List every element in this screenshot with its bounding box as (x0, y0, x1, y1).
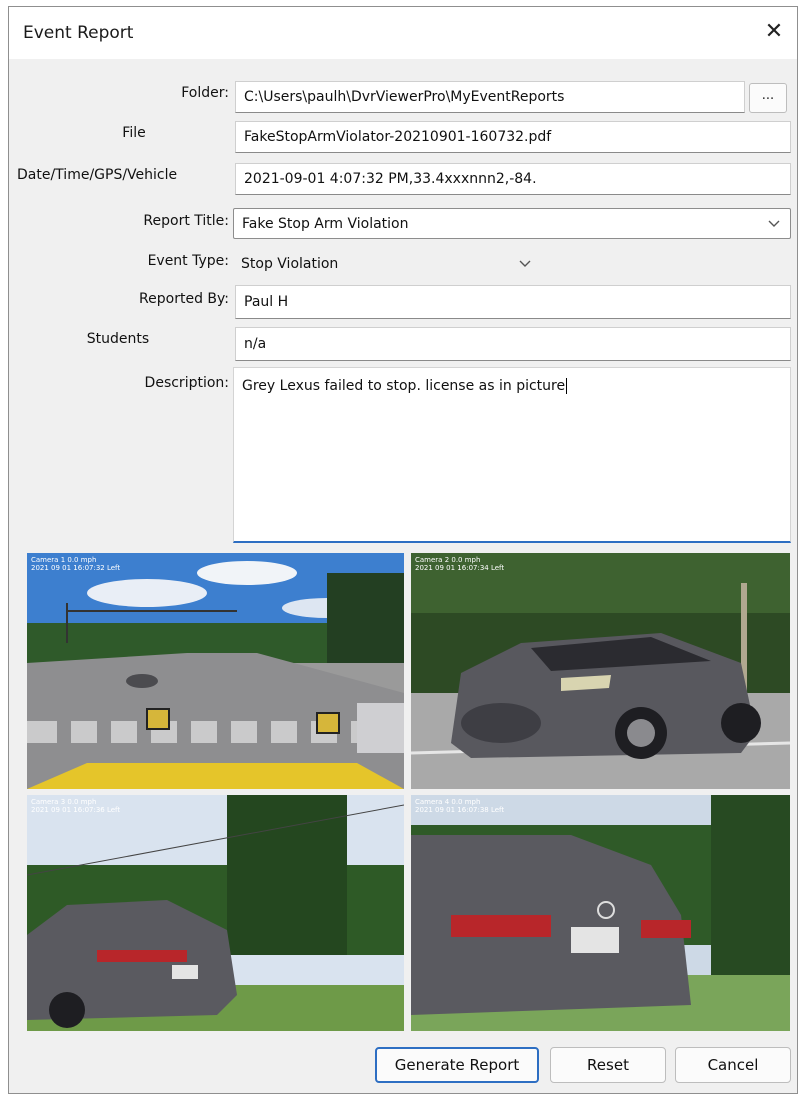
description-label: Description: (144, 375, 229, 391)
image-3-overlay: Camera 3 0.0 mph 2021 09 01 16:07:36 Left (31, 798, 121, 814)
event-type-select[interactable]: Stop Violation (233, 251, 531, 277)
description-text: Grey Lexus failed to stop. license as in… (242, 378, 566, 394)
folder-field[interactable]: C:\Users\paulh\DvrViewerPro\MyEventRepor… (235, 81, 745, 113)
generate-report-button[interactable]: Generate Report (375, 1047, 539, 1083)
file-label: File (122, 125, 146, 141)
window-title: Event Report (23, 23, 134, 43)
event-report-dialog: Event Report ✕ Folder: C:\Users\paulh\Dv… (8, 6, 798, 1094)
text-caret (566, 378, 568, 394)
chevron-down-icon (768, 220, 780, 227)
event-image-4-graphic (411, 795, 790, 1031)
browse-folder-button[interactable]: ... (749, 83, 787, 113)
event-image-3[interactable]: Camera 3 0.0 mph 2021 09 01 16:07:36 Left (27, 795, 404, 1031)
cancel-button[interactable]: Cancel (675, 1047, 791, 1083)
event-image-1-graphic (27, 553, 404, 789)
event-image-2-graphic (411, 553, 790, 789)
event-type-value: Stop Violation (241, 256, 339, 272)
students-label: Students (86, 331, 150, 347)
report-title-value: Fake Stop Arm Violation (242, 215, 409, 232)
file-field[interactable]: FakeStopArmViolator-20210901-160732.pdf (235, 121, 791, 153)
image-1-overlay: Camera 1 0.0 mph 2021 09 01 16:07:32 Left (31, 556, 121, 572)
reset-button[interactable]: Reset (550, 1047, 666, 1083)
folder-label: Folder: (181, 85, 229, 101)
students-field[interactable]: n/a (235, 327, 791, 361)
event-image-1[interactable]: Camera 1 0.0 mph 2021 09 01 16:07:32 Left (27, 553, 404, 789)
title-bar: Event Report ✕ (9, 7, 797, 59)
report-title-label: Report Title: (143, 213, 229, 229)
datetime-label: Date/Time/GPS/Vehicle (17, 167, 178, 183)
reported-by-label: Reported By: (139, 291, 229, 307)
description-textarea[interactable]: Grey Lexus failed to stop. license as in… (233, 367, 791, 543)
close-icon[interactable]: ✕ (761, 19, 787, 45)
chevron-down-icon (519, 260, 531, 267)
report-title-combo[interactable]: Fake Stop Arm Violation (233, 208, 791, 239)
datetime-field[interactable]: 2021-09-01 4:07:32 PM,33.4xxxnnn2,-84. (235, 163, 791, 195)
reported-by-field[interactable]: Paul H (235, 285, 791, 319)
event-image-2[interactable]: Camera 2 0.0 mph 2021 09 01 16:07:34 Left (411, 553, 790, 789)
event-type-label: Event Type: (147, 253, 229, 269)
image-2-overlay: Camera 2 0.0 mph 2021 09 01 16:07:34 Left (415, 556, 505, 572)
event-image-3-graphic (27, 795, 404, 1031)
event-image-4[interactable]: Camera 4 0.0 mph 2021 09 01 16:07:38 Left (411, 795, 790, 1031)
image-4-overlay: Camera 4 0.0 mph 2021 09 01 16:07:38 Left (415, 798, 505, 814)
